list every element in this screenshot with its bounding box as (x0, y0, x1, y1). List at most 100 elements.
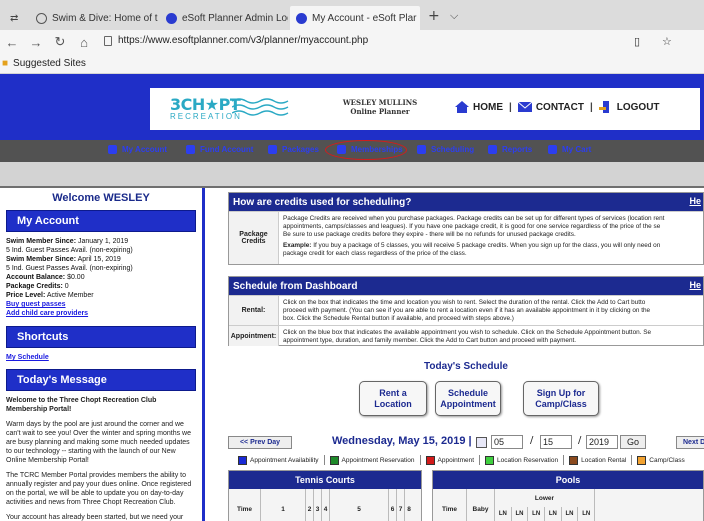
legend-item: Appointment (425, 455, 474, 465)
column-header: 2 (306, 489, 314, 521)
back-arrow-icon[interactable]: ← (0, 35, 24, 50)
todays-message-header: Today's Message (6, 369, 196, 391)
legend-item: Location Rental (569, 455, 626, 465)
pools-header-row: Time Baby Lower LN LN LN LN LN LN (433, 489, 703, 521)
column-header: Lower (534, 494, 555, 502)
column-header: Time (229, 489, 261, 521)
appointment-description: Click on the blue box that indicates the… (283, 329, 652, 344)
esoft-favicon-icon (166, 12, 177, 24)
my-account-icon (108, 145, 117, 154)
camp-class-signup-button[interactable]: Sign Up for Camp/Class (523, 381, 599, 416)
legend-item: Appointment Availability (238, 455, 319, 465)
account-line: 5 Ind. Guest Passes Avail. (non-expiring… (6, 265, 133, 272)
schedule-appointment-button[interactable]: Schedule Appointment (435, 381, 501, 416)
tab-actions[interactable]: ⇄ (4, 6, 26, 30)
contact-link[interactable]: CONTACT (536, 102, 584, 113)
address-bar-row: ← → ↻ ⌂ https://www.esoftplanner.com/v3/… (0, 30, 704, 54)
highlight-circle-annotation (325, 140, 407, 160)
account-line: Package Credits: 0 (6, 283, 69, 290)
tab-actions-icon: ⇄ (10, 12, 19, 24)
next-day-button[interactable]: Next Da (676, 436, 704, 449)
nav-reports[interactable]: Reports (488, 145, 532, 154)
nav-scheduling[interactable]: Scheduling (417, 145, 474, 154)
rental-row: Rental: Click on the box that indicates … (229, 295, 703, 325)
suggested-sites-link[interactable]: Suggested Sites (13, 58, 86, 69)
add-child-care-link[interactable]: Add child care providers (6, 310, 88, 317)
reading-view-icon[interactable]: ▯ (634, 35, 640, 48)
account-line: Account Balance: $0.00 (6, 274, 85, 281)
lane-headers: LN LN LN LN LN LN (495, 507, 594, 521)
year-input[interactable]: 2019 (586, 435, 618, 449)
pools-title: Pools (433, 471, 703, 489)
tab-swim-dive[interactable]: Swim & Dive: Home of the (30, 6, 158, 30)
credits-help-link[interactable]: He (689, 196, 701, 206)
site-header: 3CH★PT RECREATION WESLEY MULLINS Online … (0, 74, 704, 130)
nav-strip (0, 130, 704, 140)
tab-admin-login[interactable]: eSoft Planner Admin Login (160, 6, 288, 30)
favorites-bar: ■ Suggested Sites (0, 54, 704, 74)
pools-grid: Pools Time Baby Lower LN LN LN LN LN LN (432, 470, 704, 521)
credits-description: Package Credits are received when you pu… (283, 215, 665, 257)
welcome-heading: Welcome WESLEY (52, 192, 150, 204)
credits-panel: How are credits used for scheduling? He … (228, 192, 704, 265)
todays-schedule-title: Today's Schedule (424, 361, 508, 372)
message-paragraph: The TCRC Member Portal provides members … (6, 472, 192, 506)
schedule-panel-title: Schedule from Dashboard He (229, 277, 703, 295)
credits-row: Package Credits Package Credits are rece… (229, 211, 703, 264)
column-header: 6 (389, 489, 397, 521)
column-header: Baby (467, 489, 495, 521)
schedule-panel: Schedule from Dashboard He Rental: Click… (228, 276, 704, 346)
prev-day-button[interactable]: << Prev Day (228, 436, 292, 449)
day-input[interactable]: 15 (540, 435, 572, 449)
lock-icon (104, 36, 112, 46)
home-icon[interactable]: ⌂ (72, 35, 96, 50)
home-link[interactable]: HOME (473, 102, 503, 113)
home-icon (455, 101, 469, 113)
browser-tab-bar: ⇄ Swim & Dive: Home of the eSoft Planner… (0, 0, 704, 30)
nav-packages[interactable]: Packages (268, 145, 319, 154)
nav-my-account[interactable]: My Account (108, 145, 167, 154)
column-header: 4 (322, 489, 330, 521)
url-field[interactable]: https://www.esoftplanner.com/v3/planner/… (118, 35, 368, 46)
package-credits-label: Package Credits (229, 212, 279, 264)
cart-icon (548, 145, 557, 154)
tennis-courts-grid: Tennis Courts Time 1 2 3 4 5 6 7 8 (228, 470, 422, 521)
message-paragraph: Warm days by the pool are just around th… (6, 421, 191, 464)
go-button[interactable]: Go (620, 435, 646, 449)
nav-fund-account[interactable]: Fund Account (186, 145, 253, 154)
fund-account-icon (186, 145, 195, 154)
scheduling-icon (417, 145, 426, 154)
message-heading: Welcome to the Three Chopt Recreation Cl… (6, 397, 157, 413)
tab-list-chevron-icon[interactable]: ⌵ (450, 9, 458, 23)
rent-location-button[interactable]: Rent a Location (359, 381, 427, 416)
month-input[interactable]: 05 (491, 435, 523, 449)
column-header: Time (433, 489, 467, 521)
logout-icon (598, 101, 609, 113)
account-details: Swim Member Since: January 1, 2019 5 Ind… (0, 232, 202, 318)
column-header: 1 (261, 489, 306, 521)
todays-message-body: Welcome to the Three Chopt Recreation Cl… (0, 391, 202, 521)
refresh-icon[interactable]: ↻ (48, 34, 72, 50)
tab-title: Swim & Dive: Home of the (52, 12, 158, 24)
column-header: 5 (330, 489, 389, 521)
nav-my-cart[interactable]: My Cart (548, 145, 591, 154)
schedule-help-link[interactable]: He (689, 280, 701, 290)
forward-arrow-icon[interactable]: → (24, 35, 48, 50)
favorite-star-icon[interactable]: ☆ (662, 35, 672, 48)
tab-my-account[interactable]: My Account - eSoft Plar ✕ (290, 6, 420, 30)
column-header: 7 (397, 489, 405, 521)
new-tab-icon[interactable]: + (428, 8, 440, 24)
my-schedule-link[interactable]: My Schedule (0, 348, 202, 361)
message-paragraph: Your account has already been started, b… (6, 514, 184, 521)
legend-item: Location Reservation (485, 455, 558, 465)
column-header: 3 (314, 489, 322, 521)
legend-item: Appointment Reservation (329, 455, 415, 465)
suggested-sites-icon: ■ (2, 58, 9, 69)
reports-icon (488, 145, 497, 154)
buy-guest-passes-link[interactable]: Buy guest passes (6, 301, 66, 308)
esoft-favicon-icon (296, 12, 307, 24)
tennis-courts-title: Tennis Courts (229, 471, 421, 489)
logout-link[interactable]: LOGOUT (617, 102, 660, 113)
site-favicon-icon (36, 12, 47, 24)
calendar-icon[interactable] (476, 437, 487, 448)
